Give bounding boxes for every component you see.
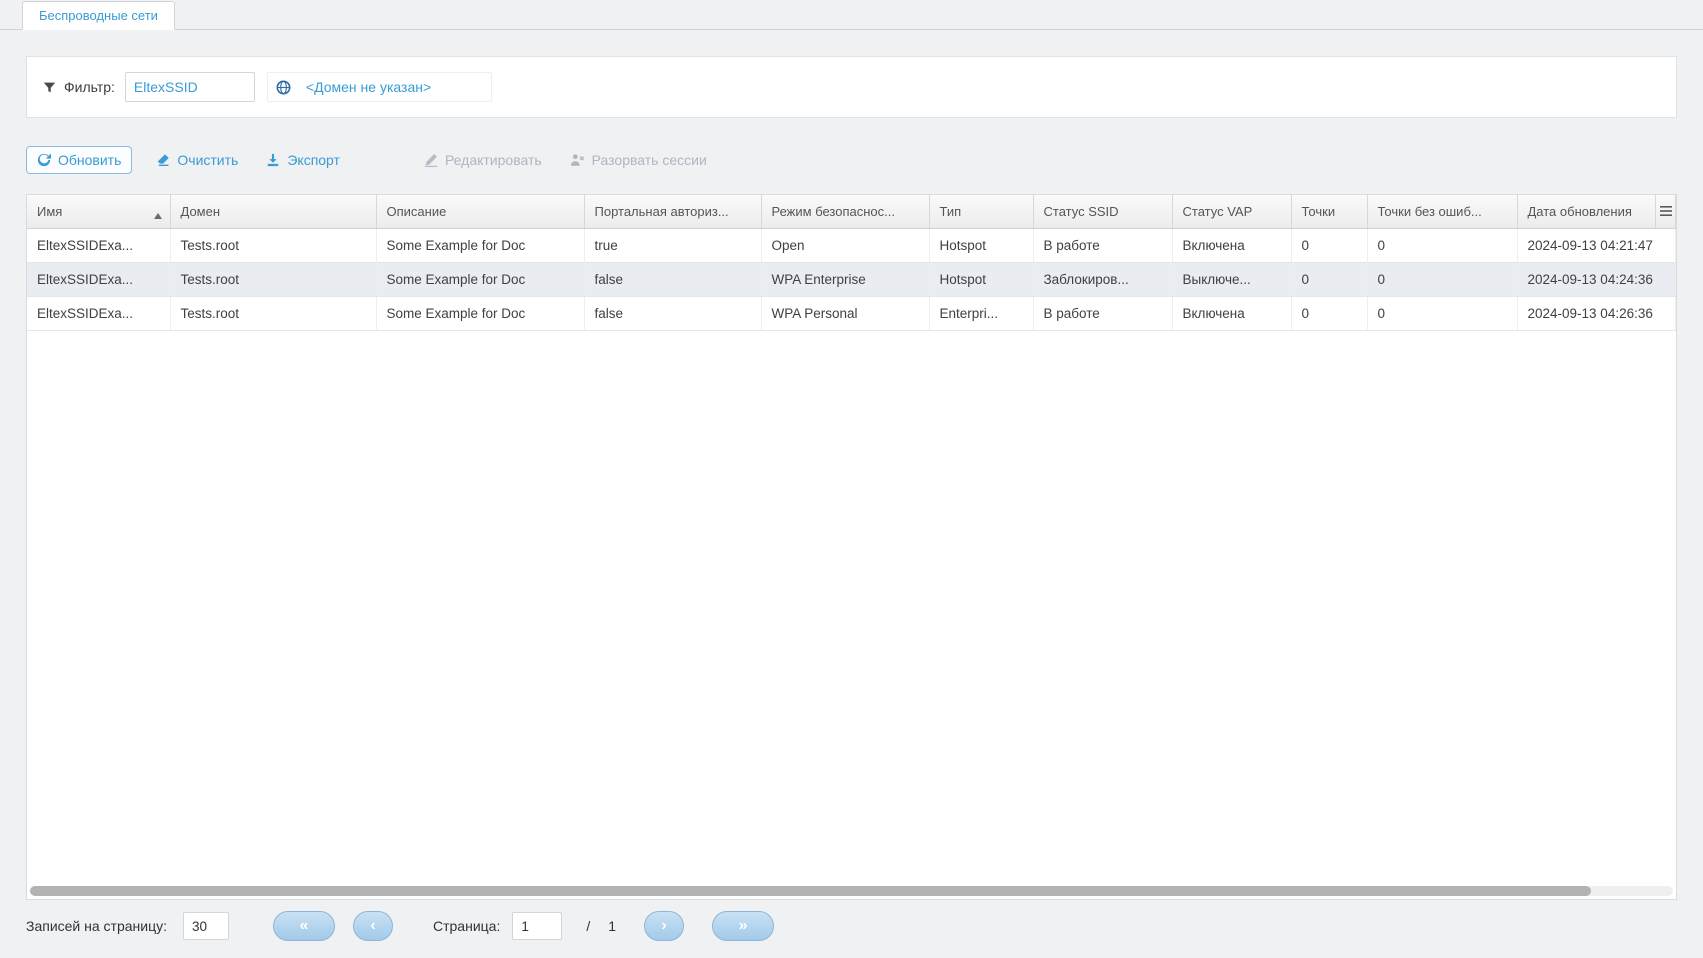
domain-filter-value: <Домен не указан> xyxy=(306,79,431,95)
per-page-input[interactable] xyxy=(183,912,229,940)
table-cell[interactable]: Заблокиров... xyxy=(1033,262,1172,296)
page-input[interactable] xyxy=(512,912,562,940)
eraser-icon xyxy=(156,153,170,167)
first-page-button[interactable]: « xyxy=(273,911,335,941)
column-header-type[interactable]: Тип xyxy=(929,195,1033,228)
table-body: EltexSSIDExa... Tests.root Some Example … xyxy=(27,228,1676,330)
column-header-name[interactable]: Имя xyxy=(27,195,170,228)
table-cell[interactable]: 0 xyxy=(1291,296,1367,330)
column-header-ssid-status[interactable]: Статус SSID xyxy=(1033,195,1172,228)
edit-pencil-icon xyxy=(424,153,438,167)
terminate-sessions-button[interactable]: Разорвать сессии xyxy=(566,146,711,174)
table-cell[interactable]: 2024-09-13 04:24:36 xyxy=(1517,262,1676,296)
table-cell[interactable]: Some Example for Doc xyxy=(376,228,584,262)
edit-button[interactable]: Редактировать xyxy=(420,146,546,174)
globe-icon xyxy=(276,80,291,95)
table-header-row: Имя Домен Описание Портальная авториз...… xyxy=(27,195,1676,228)
table-row[interactable]: EltexSSIDExa... Tests.root Some Example … xyxy=(27,262,1676,296)
refresh-icon xyxy=(37,153,51,167)
table-cell[interactable]: EltexSSIDExa... xyxy=(27,228,170,262)
table-cell[interactable]: Tests.root xyxy=(170,262,376,296)
clear-button[interactable]: Очистить xyxy=(152,146,242,174)
page-separator: / xyxy=(586,918,590,934)
table-cell[interactable]: Open xyxy=(761,228,929,262)
table-cell[interactable]: 0 xyxy=(1291,262,1367,296)
horizontal-scrollbar-thumb[interactable] xyxy=(30,886,1591,896)
table-cell[interactable]: В работе xyxy=(1033,228,1172,262)
column-header-points[interactable]: Точки xyxy=(1291,195,1367,228)
table-cell[interactable]: Tests.root xyxy=(170,228,376,262)
column-header-label: Имя xyxy=(37,204,62,219)
table-cell[interactable]: 0 xyxy=(1367,262,1517,296)
total-pages: 1 xyxy=(608,918,616,934)
per-page-label: Записей на страницу: xyxy=(26,918,167,934)
table-cell[interactable]: Some Example for Doc xyxy=(376,296,584,330)
table-cell[interactable]: false xyxy=(584,262,761,296)
download-icon xyxy=(266,153,280,167)
column-header-security-mode[interactable]: Режим безопаснос... xyxy=(761,195,929,228)
toolbar: Обновить Очистить Экспорт Редактировать xyxy=(26,146,1677,174)
sort-asc-icon xyxy=(154,207,162,222)
wireless-networks-table: Имя Домен Описание Портальная авториз...… xyxy=(27,195,1676,331)
filter-label: Фильтр: xyxy=(64,79,115,95)
filter-panel: Фильтр: <Домен не указан> xyxy=(26,56,1677,118)
table-row[interactable]: EltexSSIDExa... Tests.root Some Example … xyxy=(27,296,1676,330)
table-cell[interactable]: В работе xyxy=(1033,296,1172,330)
horizontal-scrollbar[interactable] xyxy=(30,886,1673,896)
table-cell[interactable]: Включена xyxy=(1172,228,1291,262)
table-cell[interactable]: Hotspot xyxy=(929,228,1033,262)
table-cell[interactable]: 2024-09-13 04:21:47 xyxy=(1517,228,1676,262)
next-page-button[interactable]: › xyxy=(644,911,684,941)
filter-funnel-icon xyxy=(43,81,56,94)
terminate-sessions-label: Разорвать сессии xyxy=(592,152,707,168)
column-menu-button[interactable] xyxy=(1656,195,1676,228)
table-cell[interactable]: Some Example for Doc xyxy=(376,262,584,296)
user-x-icon xyxy=(570,153,585,167)
column-header-vap-status[interactable]: Статус VAP xyxy=(1172,195,1291,228)
column-header-update-date[interactable]: Дата обновления xyxy=(1517,195,1656,228)
export-button[interactable]: Экспорт xyxy=(262,146,344,174)
table-cell[interactable]: Выключе... xyxy=(1172,262,1291,296)
column-header-portal-auth[interactable]: Портальная авториз... xyxy=(584,195,761,228)
clear-button-label: Очистить xyxy=(177,152,238,168)
page-label: Страница: xyxy=(433,918,500,934)
table-row[interactable]: EltexSSIDExa... Tests.root Some Example … xyxy=(27,228,1676,262)
edit-button-label: Редактировать xyxy=(445,152,542,168)
column-header-description[interactable]: Описание xyxy=(376,195,584,228)
refresh-button-label: Обновить xyxy=(58,152,121,168)
domain-filter-field[interactable]: <Домен не указан> xyxy=(267,72,492,102)
table-cell[interactable]: WPA Enterprise xyxy=(761,262,929,296)
tab-label: Беспроводные сети xyxy=(39,8,158,23)
tab-wireless-networks[interactable]: Беспроводные сети xyxy=(22,1,175,30)
table-cell[interactable]: EltexSSIDExa... xyxy=(27,262,170,296)
table-cell[interactable]: Включена xyxy=(1172,296,1291,330)
table-container: Имя Домен Описание Портальная авториз...… xyxy=(26,194,1677,900)
export-button-label: Экспорт xyxy=(287,152,340,168)
tab-bar: Беспроводные сети xyxy=(0,0,1703,30)
column-header-points-no-errors[interactable]: Точки без ошиб... xyxy=(1367,195,1517,228)
last-page-button[interactable]: » xyxy=(712,911,774,941)
table-cell[interactable]: Enterpri... xyxy=(929,296,1033,330)
table-cell[interactable]: 2024-09-13 04:26:36 xyxy=(1517,296,1676,330)
table-cell[interactable]: true xyxy=(584,228,761,262)
refresh-button[interactable]: Обновить xyxy=(26,146,132,174)
table-cell[interactable]: EltexSSIDExa... xyxy=(27,296,170,330)
main-content: Фильтр: <Домен не указан> Обновить xyxy=(0,30,1703,958)
prev-page-button[interactable]: ‹ xyxy=(353,911,393,941)
table-cell[interactable]: 0 xyxy=(1291,228,1367,262)
table-cell[interactable]: 0 xyxy=(1367,296,1517,330)
table-cell[interactable]: Tests.root xyxy=(170,296,376,330)
table-cell[interactable]: WPA Personal xyxy=(761,296,929,330)
column-header-domain[interactable]: Домен xyxy=(170,195,376,228)
table-cell[interactable]: Hotspot xyxy=(929,262,1033,296)
ssid-filter-input[interactable] xyxy=(125,72,255,102)
pagination-bar: Записей на страницу: « ‹ Страница: / 1 ›… xyxy=(26,900,1677,952)
table-cell[interactable]: 0 xyxy=(1367,228,1517,262)
table-cell[interactable]: false xyxy=(584,296,761,330)
